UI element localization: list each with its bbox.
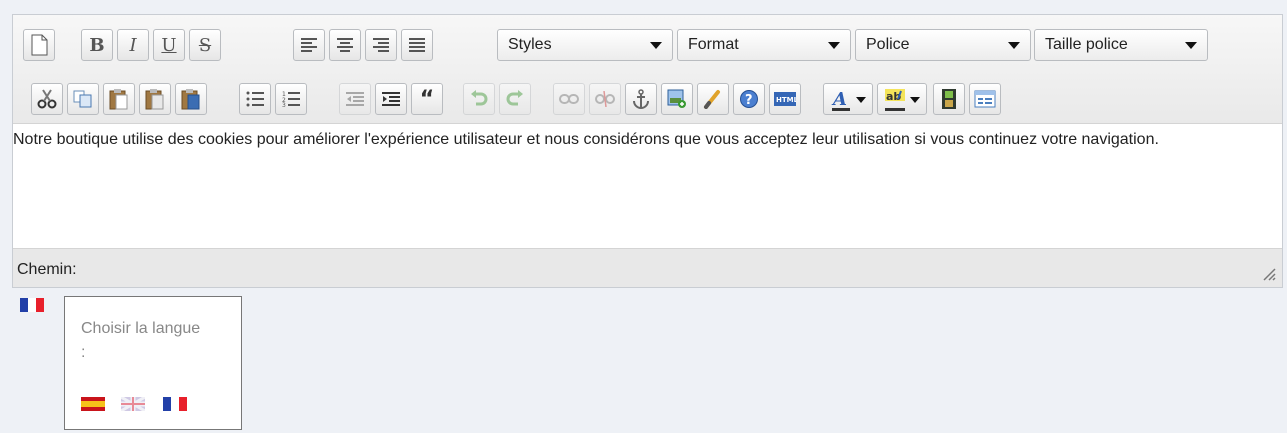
format-dropdown-label: Format [688, 36, 739, 53]
anchor-icon [633, 89, 649, 109]
align-right-button[interactable] [365, 29, 397, 61]
paste-text-button[interactable] [139, 83, 171, 115]
unlink-icon [595, 91, 615, 107]
paste-icon [109, 89, 128, 110]
image-icon [667, 89, 686, 108]
gb-flag-icon[interactable] [121, 397, 145, 411]
redo-button[interactable] [499, 83, 531, 115]
es-flag-icon[interactable] [81, 397, 105, 411]
svg-text:?: ? [745, 93, 753, 108]
chevron-down-icon [856, 97, 866, 103]
align-justify-button[interactable] [401, 29, 433, 61]
insert-media-button[interactable] [933, 83, 965, 115]
copy-button[interactable] [67, 83, 99, 115]
bullet-list-button[interactable] [239, 83, 271, 115]
numbered-list-icon: 123 [282, 91, 300, 107]
strikethrough-icon: S [198, 34, 212, 56]
editor-content-area[interactable]: Notre boutique utilise des cookies pour … [13, 123, 1282, 249]
chevron-down-icon [828, 42, 840, 49]
help-button[interactable]: ? [733, 83, 765, 115]
align-center-icon [337, 38, 353, 52]
undo-icon [471, 90, 488, 106]
font-dropdown-label: Police [866, 36, 910, 53]
format-dropdown[interactable]: Format [677, 29, 851, 61]
language-picker-title: Choisir la langue : [81, 320, 201, 361]
fr-flag-icon[interactable] [163, 397, 187, 411]
indent-icon [382, 92, 400, 106]
paste-text-icon [145, 89, 164, 110]
cut-button[interactable] [31, 83, 63, 115]
help-icon: ? [740, 90, 758, 108]
align-left-button[interactable] [293, 29, 325, 61]
svg-text:3: 3 [282, 102, 286, 107]
text-color-icon: A [831, 89, 850, 111]
paste-word-icon [181, 89, 200, 110]
outdent-icon [346, 92, 364, 106]
highlight-icon: ab [885, 89, 905, 111]
bold-icon: B [89, 34, 105, 56]
underline-icon: U [161, 34, 177, 56]
italic-button[interactable]: I [117, 29, 149, 61]
align-left-icon [301, 38, 317, 52]
styles-dropdown[interactable]: Styles [497, 29, 673, 61]
align-justify-icon [409, 38, 425, 52]
highlight-color-button[interactable]: ab [877, 83, 927, 115]
brush-icon [704, 90, 720, 109]
html-source-button[interactable]: HTML [769, 83, 801, 115]
chevron-down-icon [1185, 42, 1197, 49]
html-icon: HTML [774, 92, 796, 106]
new-document-button[interactable] [23, 29, 55, 61]
insert-form-button[interactable] [969, 83, 1001, 115]
link-button[interactable] [553, 83, 585, 115]
anchor-button[interactable] [625, 83, 657, 115]
resize-grip-icon[interactable] [1262, 267, 1276, 281]
editor-toolbar: B I U S Styles Format Police Taille poli… [13, 15, 1282, 123]
text-color-button[interactable]: A [823, 83, 873, 115]
align-right-icon [373, 38, 389, 52]
svg-text:A: A [831, 89, 847, 110]
link-icon [559, 94, 579, 104]
font-dropdown[interactable]: Police [855, 29, 1031, 61]
editor-content-text: Notre boutique utilise des cookies pour … [13, 131, 1159, 148]
form-icon [974, 90, 996, 108]
paste-from-word-button[interactable] [175, 83, 207, 115]
chevron-down-icon [1008, 42, 1020, 49]
styles-dropdown-label: Styles [508, 36, 552, 53]
align-center-button[interactable] [329, 29, 361, 61]
chevron-down-icon [910, 97, 920, 103]
new-document-icon [31, 34, 48, 56]
bullet-list-icon [246, 91, 264, 107]
strikethrough-button[interactable]: S [189, 29, 221, 61]
paste-button[interactable] [103, 83, 135, 115]
numbered-list-button[interactable]: 123 [275, 83, 307, 115]
insert-image-button[interactable] [661, 83, 693, 115]
indent-button[interactable] [375, 83, 407, 115]
font-size-dropdown[interactable]: Taille police [1034, 29, 1208, 61]
bold-button[interactable]: B [81, 29, 113, 61]
redo-icon [506, 90, 523, 106]
chevron-down-icon [650, 42, 662, 49]
underline-button[interactable]: U [153, 29, 185, 61]
quote-icon: “ [419, 86, 435, 112]
outdent-button[interactable] [339, 83, 371, 115]
blockquote-button[interactable]: “ [411, 83, 443, 115]
copy-icon [73, 90, 92, 108]
film-icon [942, 89, 956, 109]
scissors-icon [37, 89, 57, 109]
language-picker-popup: Choisir la langue : [64, 296, 242, 430]
undo-button[interactable] [463, 83, 495, 115]
italic-icon: I [129, 34, 137, 56]
rich-text-editor: B I U S Styles Format Police Taille poli… [12, 14, 1283, 288]
svg-text:HTML: HTML [776, 96, 796, 104]
element-path-label: Chemin: [17, 261, 77, 278]
unlink-button[interactable] [589, 83, 621, 115]
font-size-dropdown-label: Taille police [1045, 36, 1128, 53]
fr-flag-icon[interactable] [20, 298, 44, 312]
clean-formatting-button[interactable] [697, 83, 729, 115]
editor-statusbar: Chemin: [13, 249, 1282, 287]
